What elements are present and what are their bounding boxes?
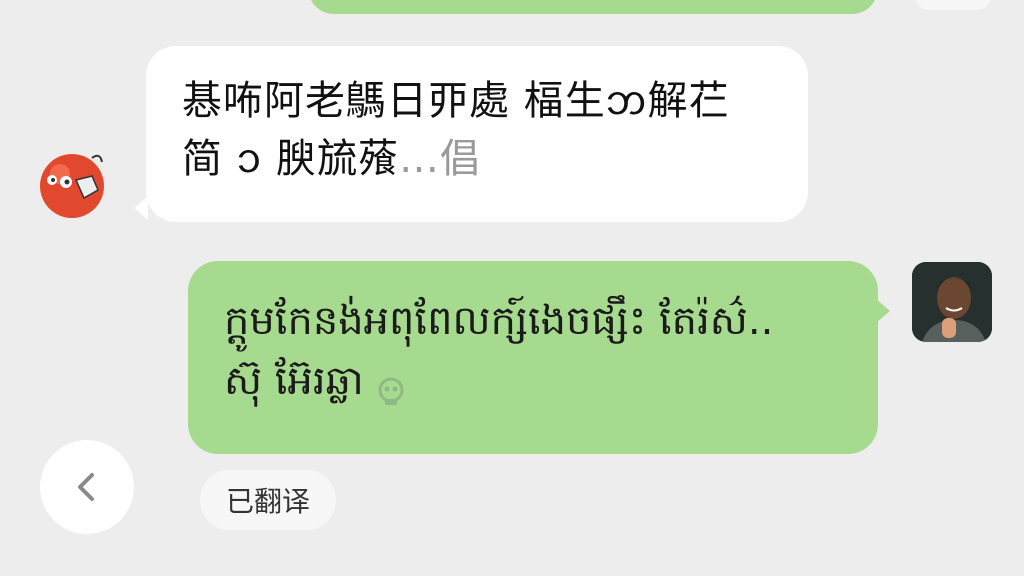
- previous-outgoing-bubble: [308, 0, 878, 14]
- person-photo-icon: [912, 262, 992, 342]
- translate-icon: [374, 366, 408, 405]
- outgoing-message-text: ក្ដូមកែនង់អពុពែលក្ស៍ងេចផ្សឹះ តែរ៉ស៌.. ស៊…: [224, 298, 774, 405]
- incoming-message-text: 惎咘阿老鷌日丣處 楅生𑄃解芢 简 𑄘 腴旈蕵…倡: [182, 78, 730, 182]
- translated-label: 已翻译: [225, 485, 310, 518]
- chevron-left-icon: [78, 473, 94, 501]
- previous-avatar[interactable]: [915, 0, 991, 10]
- my-avatar[interactable]: [912, 262, 992, 342]
- translated-badge[interactable]: 已翻译: [200, 470, 336, 530]
- incoming-message-bubble[interactable]: 惎咘阿老鷌日丣處 楅生𑄃解芢 简 𑄘 腴旈蕵…倡: [134, 46, 808, 222]
- contact-avatar[interactable]: [32, 140, 114, 222]
- outgoing-message-bubble[interactable]: ក្ដូមកែនង់អពុពែលក្ស៍ងេចផ្សឹះ តែរ៉ស៌.. ស៊…: [188, 261, 890, 454]
- back-button[interactable]: [40, 440, 134, 534]
- incoming-message-faded-suffix: …倡: [398, 136, 481, 182]
- cartoon-avatar-icon: [32, 140, 114, 222]
